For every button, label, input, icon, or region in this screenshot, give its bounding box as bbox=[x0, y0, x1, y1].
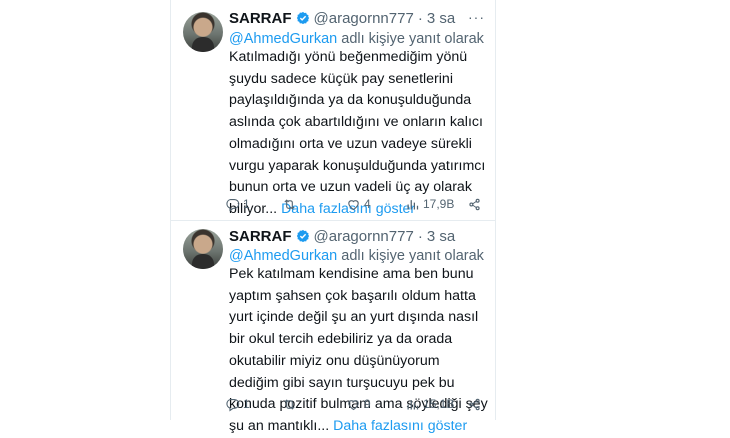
reply-context: @AhmedGurkan adlı kişiye yanıt olarak bbox=[229, 31, 484, 47]
reply-mention-link[interactable]: @AhmedGurkan bbox=[229, 248, 337, 264]
reply-icon bbox=[226, 198, 240, 212]
tweet-card[interactable]: SARRAF @aragornn777 · 3 sa ··· @AhmedGur… bbox=[170, 0, 496, 221]
views-button[interactable]: 17,9B bbox=[405, 196, 454, 212]
tweet-actions: 1 9 15,1B bbox=[225, 396, 485, 412]
tweet-header: SARRAF @aragornn777 · 3 sa bbox=[229, 227, 485, 245]
share-button[interactable] bbox=[467, 196, 485, 212]
like-icon bbox=[348, 399, 359, 410]
retweet-button[interactable] bbox=[282, 396, 300, 412]
tweet-body: Katılmadığı yönü beğenmediğim yönü şuydu… bbox=[229, 49, 486, 217]
more-icon[interactable]: ··· bbox=[468, 9, 485, 25]
tweet-actions: 1 4 17,9B bbox=[225, 196, 485, 212]
retweet-icon bbox=[284, 198, 295, 210]
views-count: 17,9B bbox=[423, 197, 455, 211]
views-icon bbox=[407, 199, 419, 209]
share-icon bbox=[469, 198, 480, 210]
reply-button[interactable]: 1 bbox=[225, 396, 250, 412]
avatar[interactable] bbox=[183, 12, 223, 52]
author-name[interactable]: SARRAF bbox=[229, 10, 292, 27]
verified-badge-icon bbox=[296, 11, 309, 25]
reply-count: 1 bbox=[243, 397, 250, 411]
author-name[interactable]: SARRAF bbox=[229, 228, 292, 245]
like-icon bbox=[348, 199, 359, 210]
separator-dot: · bbox=[417, 227, 423, 245]
timestamp[interactable]: 3 sa bbox=[427, 10, 455, 27]
reply-context-label: adlı kişiye yanıt olarak bbox=[341, 248, 484, 264]
reply-mention-link[interactable]: @AhmedGurkan bbox=[229, 31, 337, 47]
views-icon bbox=[407, 399, 419, 409]
like-button[interactable]: 4 bbox=[346, 196, 371, 212]
author-handle[interactable]: @aragornn777 bbox=[314, 228, 414, 245]
tweet-card[interactable]: SARRAF @aragornn777 · 3 sa @AhmedGurkan … bbox=[170, 221, 496, 434]
like-count: 9 bbox=[364, 397, 371, 411]
reply-count: 1 bbox=[243, 197, 250, 211]
reply-icon bbox=[226, 398, 240, 412]
separator-dot: · bbox=[417, 9, 423, 27]
like-count: 4 bbox=[364, 197, 371, 211]
like-button[interactable]: 9 bbox=[346, 396, 371, 412]
retweet-icon bbox=[284, 398, 295, 410]
reply-button[interactable]: 1 bbox=[225, 196, 250, 212]
author-handle[interactable]: @aragornn777 bbox=[314, 10, 414, 27]
reply-context-label: adlı kişiye yanıt olarak bbox=[341, 31, 484, 47]
retweet-button[interactable] bbox=[282, 196, 300, 212]
share-button[interactable] bbox=[467, 396, 485, 412]
tweet-header: SARRAF @aragornn777 · 3 sa bbox=[229, 9, 485, 27]
reply-context: @AhmedGurkan adlı kişiye yanıt olarak bbox=[229, 248, 484, 264]
views-count: 15,1B bbox=[423, 397, 455, 411]
show-more-link[interactable]: Daha fazlasını göster bbox=[333, 418, 467, 434]
views-button[interactable]: 15,1B bbox=[405, 396, 454, 412]
share-icon bbox=[469, 398, 480, 410]
tweet-text: Katılmadığı yönü beğenmediğim yönü şuydu… bbox=[229, 47, 493, 221]
avatar[interactable] bbox=[183, 229, 223, 269]
timestamp[interactable]: 3 sa bbox=[427, 228, 455, 245]
verified-badge-icon bbox=[296, 229, 309, 243]
